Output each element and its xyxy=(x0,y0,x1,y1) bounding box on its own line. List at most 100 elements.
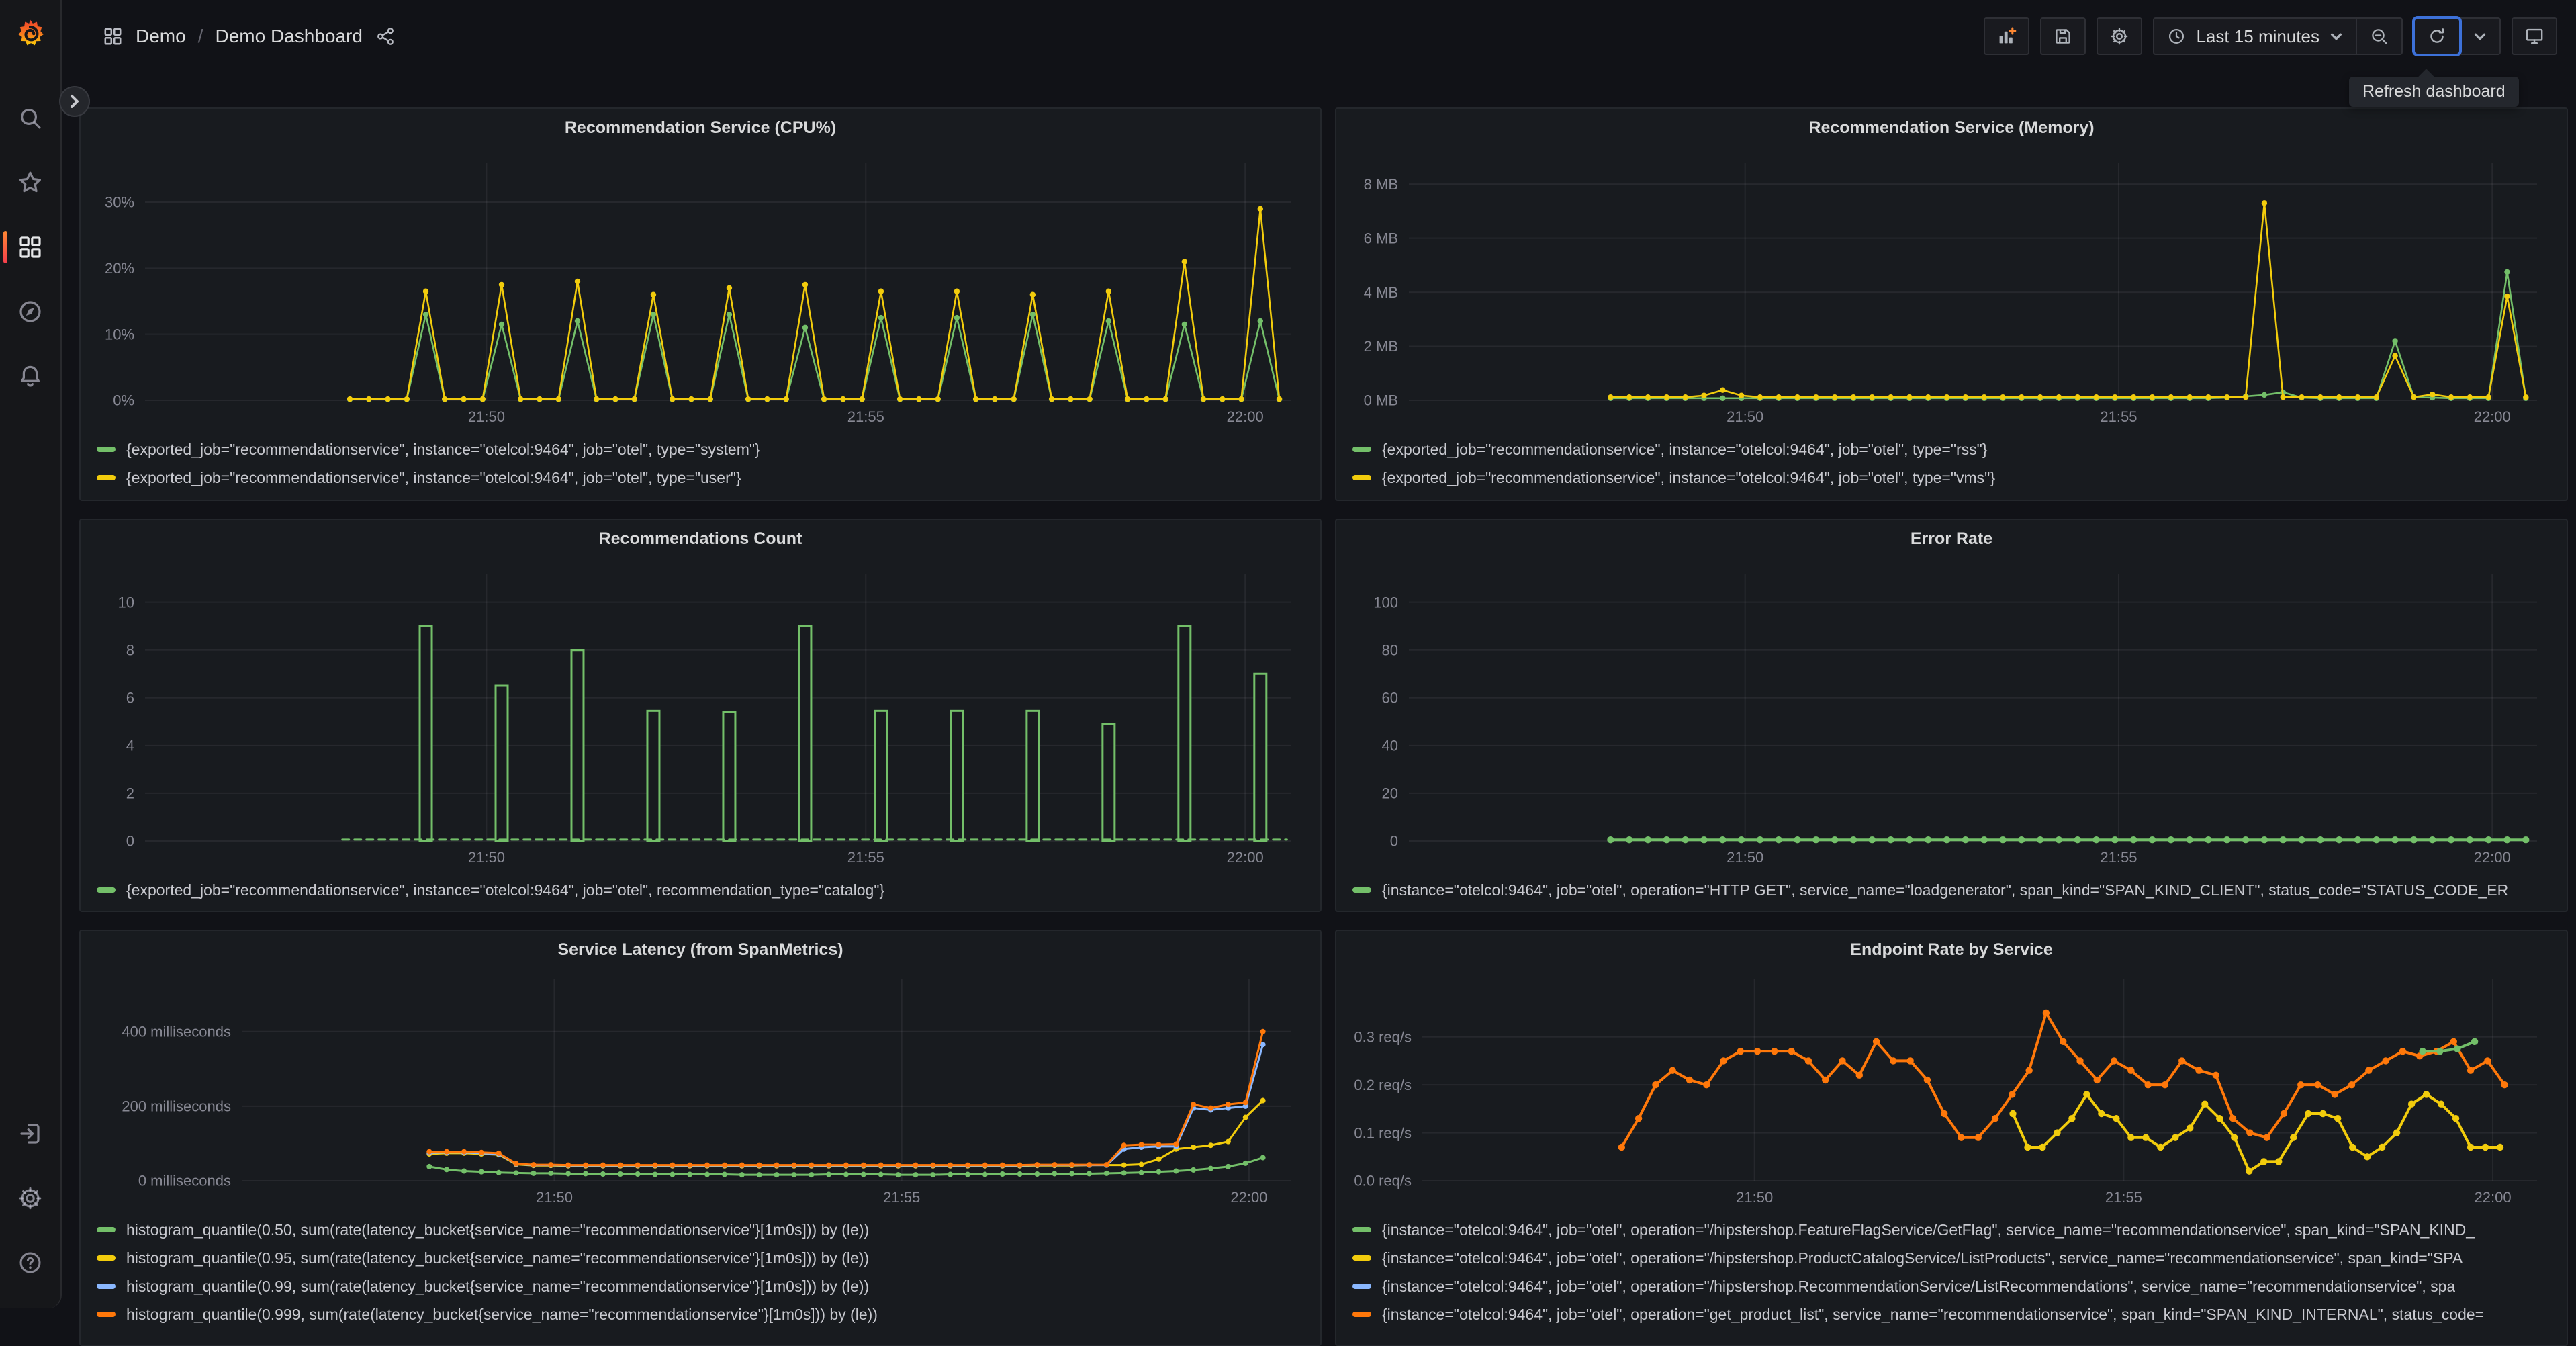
legend-swatch xyxy=(1352,1284,1371,1289)
legend-item[interactable]: {exported_job="recommendationservice", i… xyxy=(97,876,1315,904)
panel-recommendations-count: Recommendations Count 21:50 21:55 22:00 0 2 4… xyxy=(79,519,1322,912)
gear-icon xyxy=(19,1187,42,1210)
legend-label: {exported_job="recommendationservice", i… xyxy=(126,468,741,486)
legend-swatch xyxy=(97,475,116,480)
svg-text:200 milliseconds: 200 milliseconds xyxy=(122,1098,231,1115)
panel-title[interactable]: Recommendation Service (Memory) xyxy=(1336,118,2567,138)
legend-item[interactable]: {instance="otelcol:9464", job="otel", op… xyxy=(1352,1272,2561,1300)
refresh-icon xyxy=(2430,28,2444,43)
sidebar-item-search[interactable] xyxy=(7,95,53,141)
panel-title[interactable]: Endpoint Rate by Service xyxy=(1336,940,2567,960)
legend-item[interactable]: {instance="otelcol:9464", job="otel", op… xyxy=(1352,1216,2561,1244)
sidebar-item-alerting[interactable] xyxy=(7,353,53,399)
svg-text:21:55: 21:55 xyxy=(2100,849,2137,866)
legend-item[interactable]: {exported_job="recommendationservice", i… xyxy=(97,435,1315,463)
chart-recommendations-count[interactable]: 21:50 21:55 22:00 0 2 4 6 8 10 xyxy=(91,555,1309,873)
sidebar-item-dashboards[interactable] xyxy=(3,224,53,270)
dashboard-settings-button[interactable] xyxy=(2097,17,2143,55)
kiosk-mode-button[interactable] xyxy=(2512,17,2557,55)
legend-swatch xyxy=(97,887,116,893)
add-panel-button[interactable] xyxy=(1984,17,2030,55)
svg-text:0: 0 xyxy=(1390,833,1398,850)
legend-label: histogram_quantile(0.95, sum(rate(latenc… xyxy=(126,1249,870,1267)
dashboards-grid-icon xyxy=(19,236,41,258)
legend-item[interactable]: {exported_job="recommendationservice", i… xyxy=(1352,463,2561,492)
legend-item[interactable]: histogram_quantile(0.95, sum(rate(latenc… xyxy=(97,1244,1315,1272)
svg-text:21:50: 21:50 xyxy=(468,408,505,425)
sidebar-item-explore[interactable] xyxy=(7,289,53,334)
bell-icon xyxy=(21,365,40,387)
svg-text:20: 20 xyxy=(1382,785,1398,802)
svg-text:2 MB: 2 MB xyxy=(1364,338,1398,355)
svg-text:21:55: 21:55 xyxy=(847,849,884,866)
sidebar-item-sign-in[interactable] xyxy=(7,1111,53,1157)
tooltip-text: Refresh dashboard xyxy=(2362,82,2505,101)
legend-swatch xyxy=(1352,475,1371,480)
clock-icon xyxy=(2169,28,2184,44)
svg-text:40: 40 xyxy=(1382,737,1398,754)
share-icon[interactable] xyxy=(375,26,396,47)
sidebar-item-starred[interactable] xyxy=(7,160,53,206)
breadcrumb-separator: / xyxy=(197,26,203,46)
svg-text:0 MB: 0 MB xyxy=(1364,392,1398,409)
breadcrumb-page[interactable]: Demo Dashboard xyxy=(215,26,362,47)
grafana-logo-icon[interactable] xyxy=(13,16,48,51)
panel-title[interactable]: Recommendations Count xyxy=(81,529,1320,549)
legend-item[interactable]: {exported_job="recommendationservice", i… xyxy=(1352,435,2561,463)
time-range-picker[interactable]: Last 15 minutes xyxy=(2154,19,2356,54)
legend-item[interactable]: {instance="otelcol:9464", job="otel", op… xyxy=(1352,876,2561,904)
chart-endpoint-rate[interactable]: 21:50 21:55 22:00 0.0 req/s 0.1 req/s 0.2 req… xyxy=(1347,966,2556,1213)
legend-item[interactable]: {exported_job="recommendationservice", i… xyxy=(97,463,1315,492)
chart-recommendation-memory[interactable]: 21:50 21:55 22:00 0 MB 2 MB 4 MB 6 MB 8 MB xyxy=(1347,144,2556,433)
sidebar-item-settings[interactable] xyxy=(7,1175,53,1221)
legend-swatch xyxy=(97,1312,116,1317)
svg-text:21:55: 21:55 xyxy=(883,1189,920,1206)
svg-text:8 MB: 8 MB xyxy=(1364,176,1398,193)
legend-recommendation-cpu: {exported_job="recommendationservice", i… xyxy=(97,435,1315,492)
sidebar-item-help[interactable] xyxy=(7,1240,53,1286)
svg-text:0.3 req/s: 0.3 req/s xyxy=(1354,1028,1412,1045)
chevron-down-icon xyxy=(2329,24,2344,49)
refresh-dashboard-button[interactable] xyxy=(2415,19,2459,54)
tooltip-refresh-dashboard: Refresh dashboard xyxy=(2349,69,2519,107)
legend-recommendation-memory: {exported_job="recommendationservice", i… xyxy=(1352,435,2561,492)
panel-title[interactable]: Recommendation Service (CPU%) xyxy=(81,118,1320,138)
svg-text:4: 4 xyxy=(126,737,134,754)
svg-text:10%: 10% xyxy=(105,326,134,343)
svg-text:22:00: 22:00 xyxy=(1227,849,1264,866)
chart-service-latency[interactable]: 21:50 21:55 22:00 0 milliseconds 200 millise… xyxy=(91,966,1309,1213)
legend-item[interactable]: histogram_quantile(0.99, sum(rate(latenc… xyxy=(97,1272,1315,1300)
chart-error-rate[interactable]: 21:50 21:55 22:00 0 20 40 60 80 100 xyxy=(1347,555,2556,873)
legend-recommendations-count: {exported_job="recommendationservice", i… xyxy=(97,876,1315,904)
zoom-out-time-button[interactable] xyxy=(2356,19,2401,54)
svg-text:400 milliseconds: 400 milliseconds xyxy=(122,1023,231,1040)
chart-recommendation-cpu[interactable]: 21:50 21:55 22:00 0% 10% 20% 30% xyxy=(91,144,1309,433)
legend-service-latency: histogram_quantile(0.50, sum(rate(latenc… xyxy=(97,1216,1315,1329)
refresh-group xyxy=(2413,17,2501,55)
svg-text:10: 10 xyxy=(118,594,134,611)
panel-service-latency: Service Latency (from SpanMetrics) 21:50… xyxy=(79,930,1322,1346)
legend-label: {instance="otelcol:9464", job="otel", op… xyxy=(1382,1220,2475,1239)
legend-item[interactable]: histogram_quantile(0.999, sum(rate(laten… xyxy=(97,1300,1315,1329)
breadcrumb-section[interactable]: Demo xyxy=(136,26,186,47)
legend-item[interactable]: {instance="otelcol:9464", job="otel", op… xyxy=(1352,1300,2561,1329)
legend-error-rate: {instance="otelcol:9464", job="otel", op… xyxy=(1352,876,2561,904)
legend-item[interactable]: histogram_quantile(0.50, sum(rate(latenc… xyxy=(97,1216,1315,1244)
sidebar-expand-button[interactable] xyxy=(59,86,90,117)
sign-in-icon xyxy=(20,1124,40,1144)
dashboards-breadcrumb-icon[interactable] xyxy=(102,26,124,47)
refresh-interval-dropdown[interactable] xyxy=(2459,19,2499,54)
panel-title[interactable]: Service Latency (from SpanMetrics) xyxy=(81,940,1320,960)
panel-endpoint-rate: Endpoint Rate by Service 21:50 21:55 22:00… xyxy=(1335,930,2568,1346)
save-dashboard-button[interactable] xyxy=(2040,17,2086,55)
panel-title[interactable]: Error Rate xyxy=(1336,529,2567,549)
svg-text:21:50: 21:50 xyxy=(1727,849,1763,866)
svg-text:21:50: 21:50 xyxy=(1736,1189,1773,1206)
legend-swatch xyxy=(97,1284,116,1289)
legend-label: {exported_job="recommendationservice", i… xyxy=(126,881,885,899)
add-panel-icon xyxy=(2000,27,2017,44)
svg-text:20%: 20% xyxy=(105,260,134,277)
svg-text:6: 6 xyxy=(126,689,134,706)
legend-item[interactable]: {instance="otelcol:9464", job="otel", op… xyxy=(1352,1244,2561,1272)
svg-text:4 MB: 4 MB xyxy=(1364,284,1398,301)
